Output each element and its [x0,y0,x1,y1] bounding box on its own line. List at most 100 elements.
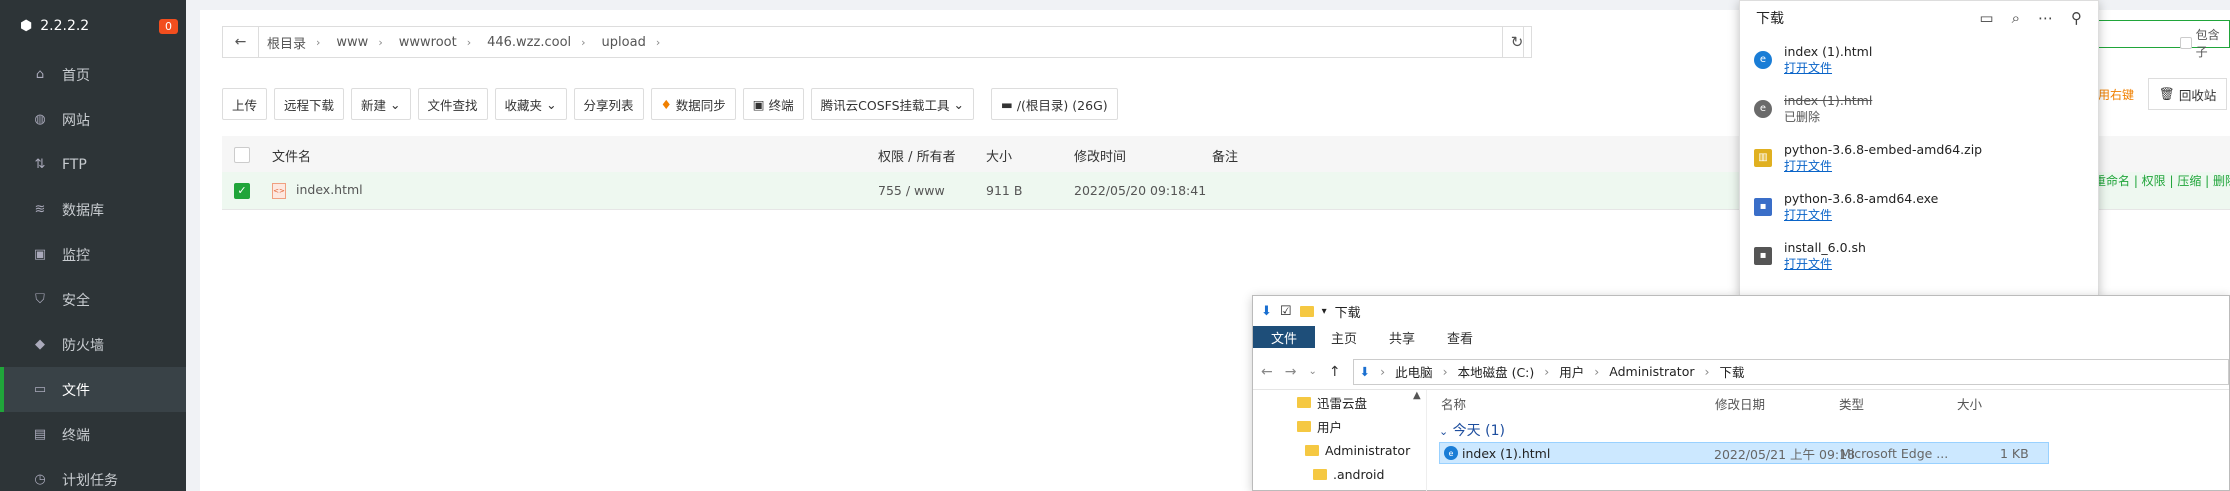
tab-file[interactable]: 文件 [1253,326,1316,348]
file-perm[interactable]: 755 / www [878,183,945,198]
home-icon: ⌂ [35,67,45,82]
group-header[interactable]: ⌄ 今天 (1) [1439,420,1505,440]
tree-item[interactable]: 用户 [1253,414,1426,438]
forward-arrow-icon[interactable]: → [1285,364,1297,380]
sidebar-item-cron[interactable]: ◷ 计划任务 [0,457,186,491]
download-item[interactable]: ▪ python-3.6.8-amd64.exe 打开文件 [1740,182,2098,231]
folder-icon [1297,396,1311,408]
folder-icon[interactable] [1299,305,1314,317]
list-item[interactable]: e index (1).html 2022/05/21 上午 09:18 Mic… [1439,442,2049,464]
disk-button[interactable]: ▬/(根目录) (26G) [991,88,1118,120]
breadcrumb-item[interactable]: www › [328,35,390,50]
file-search-button[interactable]: 文件查找 [417,88,488,120]
download-item[interactable]: e index (1).html 已删除 [1740,84,2098,133]
sidebar-item-label: 数据库 [62,202,104,219]
path-segment[interactable]: 本地磁盘 (C:) [1458,362,1535,381]
clock-icon: ◷ [34,472,46,487]
breadcrumb-item[interactable]: wwwroot › [391,35,479,50]
notification-badge[interactable]: 0 [159,18,178,34]
select-all-checkbox[interactable] [234,147,250,163]
refresh-icon: ↻ [1510,33,1524,51]
up-arrow-icon[interactable]: ↑ [1329,364,1341,380]
download-item[interactable]: ▥ python-3.6.8-embed-amd64.zip 打开文件 [1740,133,2098,182]
tree-item[interactable]: 迅雷云盘 [1253,390,1426,414]
back-button[interactable]: ← [223,27,259,57]
column-size[interactable]: 大小 [1957,394,1982,413]
cosfs-button[interactable]: 腾讯云COSFS挂载工具 ⌄ [810,88,975,120]
scroll-up-icon[interactable]: ▲ [1413,390,1421,401]
sidebar-item-label: 计划任务 [62,472,118,489]
tree-item[interactable]: .android [1253,462,1426,486]
properties-icon[interactable]: ☑ [1280,304,1292,319]
share-list-button[interactable]: 分享列表 [573,88,644,120]
sidebar-item-site[interactable]: ◍ 网站 [0,97,186,142]
right-click-tip[interactable]: 用右键 [2098,86,2134,103]
column-name[interactable]: 名称 [1441,394,1466,413]
upload-button[interactable]: 上传 [222,88,268,120]
file-size: 911 B [986,183,1023,198]
path-segment[interactable]: Administrator [1609,364,1694,379]
download-arrow-icon: ⬇ [1261,303,1272,319]
column-date[interactable]: 修改日期 [1715,394,1765,413]
open-file-link[interactable]: 打开文件 [1784,59,1872,76]
tree-item[interactable]: Administrator [1253,438,1426,462]
sidebar-item-label: 文件 [62,382,90,399]
sidebar-item-security[interactable]: ⛉ 安全 [0,277,186,322]
sidebar-item-database[interactable]: ≋ 数据库 [0,187,186,232]
sync-button[interactable]: ♦ 数据同步 [650,88,736,120]
column-type[interactable]: 类型 [1839,394,1864,413]
shield-icon: ⛉ [35,292,45,307]
row-checkbox[interactable]: ✓ [234,182,250,199]
html-file-icon: <> [272,182,286,199]
open-file-link[interactable]: 打开文件 [1784,206,1938,223]
sidebar-item-home[interactable]: ⌂ 首页 [0,52,186,97]
download-item[interactable]: ▪ install_6.0.sh 打开文件 [1740,231,2098,280]
row-actions[interactable]: 重命名 | 权限 | 压缩 | 删除 [2094,172,2230,189]
pin-icon[interactable]: ⚲ [2071,9,2082,27]
search-icon[interactable]: ⌕ [2012,9,2020,27]
path-segment[interactable]: 下载 [1720,362,1745,381]
column-mtime[interactable]: 修改时间 [1074,146,1126,165]
terminal-button[interactable]: ▣ 终端 [742,88,804,120]
address-bar[interactable]: ⬇ › 此电脑 › 本地磁盘 (C:) › 用户 › Administrator › 下… [1352,358,2229,385]
gem-icon: ♦ [660,96,672,112]
open-file-link[interactable]: 打开文件 [1784,255,1866,272]
column-name[interactable]: 文件名 [272,146,311,165]
sidebar-item-firewall[interactable]: ◆ 防火墙 [0,322,186,367]
tab-view[interactable]: 查看 [1431,326,1489,348]
new-button[interactable]: 新建 ⌄ [351,88,411,120]
script-file-icon: ▪ [1754,246,1772,265]
open-file-link[interactable]: 打开文件 [1784,157,1982,174]
edge-file-icon: e [1754,99,1772,118]
chevron-right-icon: › [1594,364,1600,379]
include-subdir-checkbox[interactable] [2180,37,2192,49]
tab-share[interactable]: 共享 [1373,326,1431,348]
sidebar-item-terminal[interactable]: ▤ 终端 [0,412,186,457]
chevron-down-icon[interactable]: ⌄ [1308,366,1316,377]
sidebar-item-files[interactable]: ▭ 文件 [0,367,186,412]
sidebar-item-ftp[interactable]: ⇅ FTP [0,142,186,187]
column-size[interactable]: 大小 [986,146,1012,165]
remote-download-button[interactable]: 远程下载 [274,88,345,120]
column-perm[interactable]: 权限 / 所有者 [878,146,956,165]
tab-home[interactable]: 主页 [1315,326,1373,348]
chevron-down-icon[interactable]: ▾ [1322,306,1327,317]
download-item[interactable]: e index (1).html 打开文件 [1740,35,2098,84]
include-subdir-option[interactable]: 包含子 [2158,28,2230,59]
back-arrow-icon[interactable]: ← [1261,364,1273,380]
breadcrumb-item[interactable]: 根目录 › [259,33,328,52]
breadcrumb-item[interactable]: 446.wzz.cool › [479,35,593,50]
folder-icon[interactable]: ▭ [1979,9,1993,27]
file-name[interactable]: <> index.html [272,182,363,199]
breadcrumb-item[interactable]: upload › [594,35,669,50]
path-segment[interactable]: 用户 [1559,362,1584,381]
path-segment[interactable]: 此电脑 [1395,362,1433,381]
refresh-button[interactable]: ↻ [1502,26,1532,58]
favorites-button[interactable]: 收藏夹 ⌄ [494,88,567,120]
monitor-icon: ▣ [33,247,47,262]
more-icon[interactable]: ⋯ [2038,9,2053,27]
sidebar-item-monitor[interactable]: ▣ 监控 [0,232,186,277]
recycle-bin-button[interactable]: 🗑 回收站 [2148,78,2228,110]
trash-icon: 🗑 [2159,86,2175,101]
file-list: 名称 修改日期 类型 大小 ⌄ 今天 (1) e index (1).html … [1439,390,2229,491]
